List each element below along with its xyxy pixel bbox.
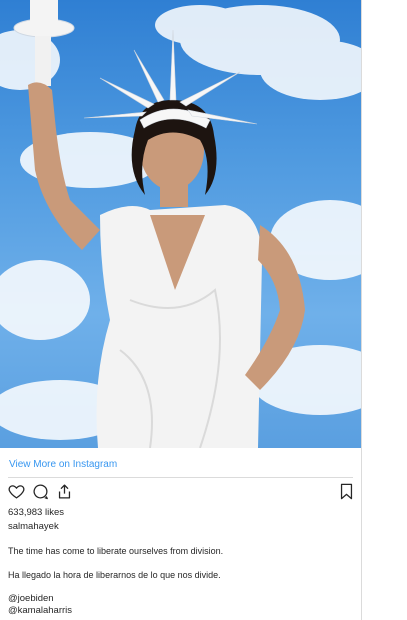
divider	[8, 477, 353, 478]
caption-english: The time has come to liberate ourselves …	[8, 546, 224, 556]
share-icon[interactable]	[56, 483, 73, 500]
action-bar	[8, 483, 354, 501]
instagram-embed: View More on Instagram 633,983 likes sal…	[0, 0, 362, 620]
post-photo-illustration	[0, 0, 361, 448]
comment-icon[interactable]	[32, 483, 49, 500]
mention-link[interactable]: @kamalaharris	[8, 605, 72, 616]
bookmark-icon[interactable]	[338, 483, 355, 500]
mention-link[interactable]: @joebiden	[8, 593, 54, 604]
post-username[interactable]: salmahayek	[8, 521, 59, 532]
likes-count: 633,983 likes	[8, 507, 64, 518]
heart-icon[interactable]	[8, 483, 25, 500]
post-photo[interactable]	[0, 0, 361, 448]
caption-spanish: Ha llegado la hora de liberarnos de lo q…	[8, 570, 221, 580]
view-more-link[interactable]: View More on Instagram	[9, 459, 117, 470]
